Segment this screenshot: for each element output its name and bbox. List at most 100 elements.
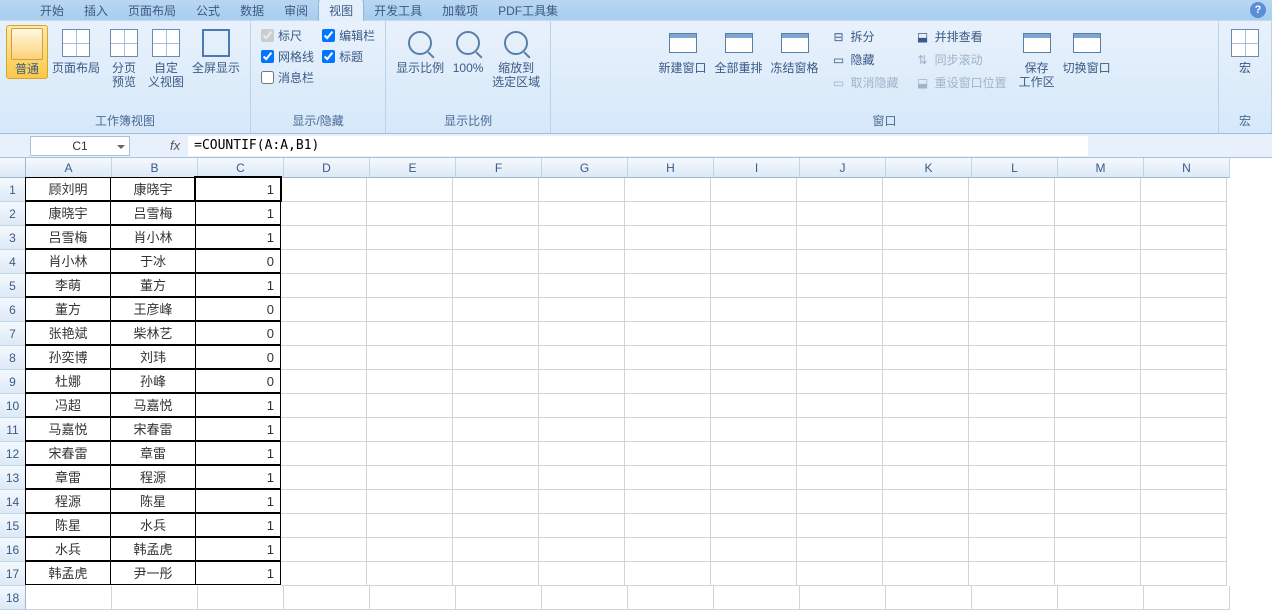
cell-H7[interactable] bbox=[625, 322, 711, 346]
cell-K14[interactable] bbox=[883, 490, 969, 514]
cell-I17[interactable] bbox=[711, 562, 797, 586]
cell-A4[interactable]: 肖小林 bbox=[25, 249, 111, 273]
cell-F11[interactable] bbox=[453, 418, 539, 442]
cell-C6[interactable]: 0 bbox=[195, 297, 281, 321]
cell-A18[interactable] bbox=[26, 586, 112, 610]
cell-M8[interactable] bbox=[1055, 346, 1141, 370]
cell-I14[interactable] bbox=[711, 490, 797, 514]
cell-B6[interactable]: 王彦峰 bbox=[110, 297, 196, 321]
cell-A10[interactable]: 冯超 bbox=[25, 393, 111, 417]
cell-I6[interactable] bbox=[711, 298, 797, 322]
cell-C1[interactable]: 1 bbox=[195, 177, 281, 201]
cell-C2[interactable]: 1 bbox=[195, 201, 281, 225]
cell-I4[interactable] bbox=[711, 250, 797, 274]
cell-K2[interactable] bbox=[883, 202, 969, 226]
cell-F16[interactable] bbox=[453, 538, 539, 562]
help-icon[interactable]: ? bbox=[1250, 2, 1266, 18]
cell-E13[interactable] bbox=[367, 466, 453, 490]
cell-C9[interactable]: 0 bbox=[195, 369, 281, 393]
cell-M14[interactable] bbox=[1055, 490, 1141, 514]
cell-C12[interactable]: 1 bbox=[195, 441, 281, 465]
cell-M1[interactable] bbox=[1055, 178, 1141, 202]
cell-L5[interactable] bbox=[969, 274, 1055, 298]
cell-J6[interactable] bbox=[797, 298, 883, 322]
cell-F6[interactable] bbox=[453, 298, 539, 322]
cell-C17[interactable]: 1 bbox=[195, 561, 281, 585]
tab-PDF工具集[interactable]: PDF工具集 bbox=[488, 0, 568, 21]
cell-N2[interactable] bbox=[1141, 202, 1227, 226]
cell-A1[interactable]: 顾刘明 bbox=[25, 177, 111, 201]
cell-M3[interactable] bbox=[1055, 226, 1141, 250]
cell-N14[interactable] bbox=[1141, 490, 1227, 514]
cell-F15[interactable] bbox=[453, 514, 539, 538]
row-header-6[interactable]: 6 bbox=[0, 298, 26, 322]
cell-B17[interactable]: 尹一彤 bbox=[110, 561, 196, 585]
cell-F10[interactable] bbox=[453, 394, 539, 418]
cell-L9[interactable] bbox=[969, 370, 1055, 394]
cell-F8[interactable] bbox=[453, 346, 539, 370]
view-page-layout-button[interactable]: 页面布局 bbox=[48, 25, 104, 77]
hide-button[interactable]: ▭隐藏 bbox=[827, 50, 903, 69]
cell-K8[interactable] bbox=[883, 346, 969, 370]
cell-A13[interactable]: 章雷 bbox=[25, 465, 111, 489]
cell-B15[interactable]: 水兵 bbox=[110, 513, 196, 537]
cell-E3[interactable] bbox=[367, 226, 453, 250]
cell-N11[interactable] bbox=[1141, 418, 1227, 442]
cell-H3[interactable] bbox=[625, 226, 711, 250]
cell-L11[interactable] bbox=[969, 418, 1055, 442]
cell-N10[interactable] bbox=[1141, 394, 1227, 418]
cell-G18[interactable] bbox=[542, 586, 628, 610]
cell-L1[interactable] bbox=[969, 178, 1055, 202]
cell-G17[interactable] bbox=[539, 562, 625, 586]
cell-G6[interactable] bbox=[539, 298, 625, 322]
cell-M13[interactable] bbox=[1055, 466, 1141, 490]
cell-I2[interactable] bbox=[711, 202, 797, 226]
cell-F1[interactable] bbox=[453, 178, 539, 202]
cell-B7[interactable]: 柴林艺 bbox=[110, 321, 196, 345]
save-workspace-button[interactable]: 保存工作区 bbox=[1015, 25, 1059, 91]
cell-N7[interactable] bbox=[1141, 322, 1227, 346]
headings-checkbox[interactable]: 标题 bbox=[322, 48, 375, 65]
cell-N5[interactable] bbox=[1141, 274, 1227, 298]
cell-E18[interactable] bbox=[370, 586, 456, 610]
col-header-L[interactable]: L bbox=[972, 158, 1058, 178]
cell-M18[interactable] bbox=[1058, 586, 1144, 610]
cell-N17[interactable] bbox=[1141, 562, 1227, 586]
cell-I9[interactable] bbox=[711, 370, 797, 394]
tab-开始[interactable]: 开始 bbox=[30, 0, 74, 21]
cell-G1[interactable] bbox=[539, 178, 625, 202]
cell-J17[interactable] bbox=[797, 562, 883, 586]
cell-H1[interactable] bbox=[625, 178, 711, 202]
cell-G4[interactable] bbox=[539, 250, 625, 274]
cell-G9[interactable] bbox=[539, 370, 625, 394]
cell-L2[interactable] bbox=[969, 202, 1055, 226]
cell-E7[interactable] bbox=[367, 322, 453, 346]
cell-K9[interactable] bbox=[883, 370, 969, 394]
cell-J8[interactable] bbox=[797, 346, 883, 370]
row-header-17[interactable]: 17 bbox=[0, 562, 26, 586]
cell-J11[interactable] bbox=[797, 418, 883, 442]
cell-G15[interactable] bbox=[539, 514, 625, 538]
cell-B18[interactable] bbox=[112, 586, 198, 610]
row-header-12[interactable]: 12 bbox=[0, 442, 26, 466]
cell-H15[interactable] bbox=[625, 514, 711, 538]
cell-I10[interactable] bbox=[711, 394, 797, 418]
cell-C18[interactable] bbox=[198, 586, 284, 610]
cell-L13[interactable] bbox=[969, 466, 1055, 490]
cell-G12[interactable] bbox=[539, 442, 625, 466]
cell-F2[interactable] bbox=[453, 202, 539, 226]
cell-C10[interactable]: 1 bbox=[195, 393, 281, 417]
cell-B2[interactable]: 吕雪梅 bbox=[110, 201, 196, 225]
cell-F12[interactable] bbox=[453, 442, 539, 466]
cell-A12[interactable]: 宋春雷 bbox=[25, 441, 111, 465]
cell-F4[interactable] bbox=[453, 250, 539, 274]
cell-E12[interactable] bbox=[367, 442, 453, 466]
col-header-D[interactable]: D bbox=[284, 158, 370, 178]
cell-E14[interactable] bbox=[367, 490, 453, 514]
cell-C13[interactable]: 1 bbox=[195, 465, 281, 489]
cell-E6[interactable] bbox=[367, 298, 453, 322]
cell-D13[interactable] bbox=[281, 466, 367, 490]
cell-H12[interactable] bbox=[625, 442, 711, 466]
col-header-N[interactable]: N bbox=[1144, 158, 1230, 178]
cell-K15[interactable] bbox=[883, 514, 969, 538]
